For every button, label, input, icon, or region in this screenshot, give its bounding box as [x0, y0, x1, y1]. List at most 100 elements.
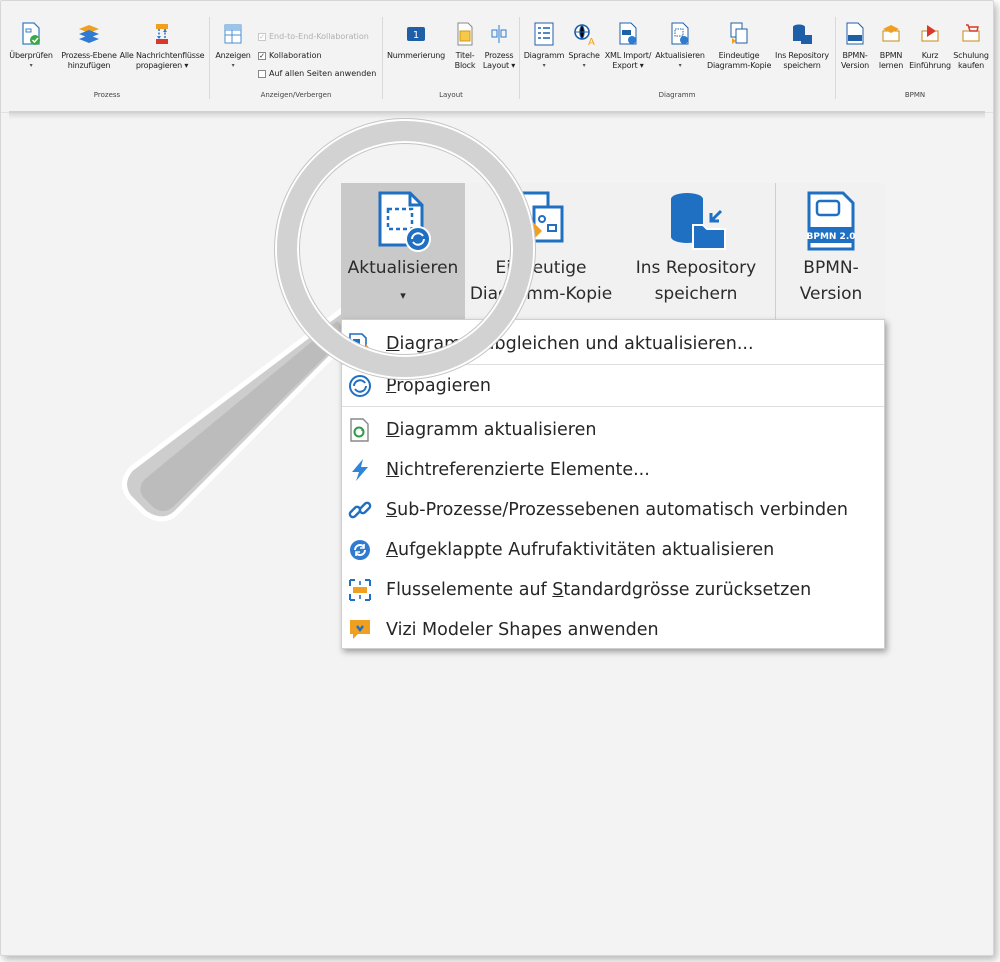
xml-label-1: XML Import/ [604, 51, 652, 60]
end-to-end-checkbox[interactable]: ✓ End-to-End-Kollaboration [258, 32, 369, 41]
group-separator [382, 17, 383, 99]
ueberpruefen-button[interactable]: Überprüfen ▾ [7, 21, 55, 71]
group-separator [835, 17, 836, 99]
bpmn-version-label-1: BPMN- [842, 51, 868, 60]
bpmn-lernen-label-2: lernen [878, 61, 904, 70]
ribbon: Überprüfen ▾ Prozess-Ebene hinzufügen Al… [1, 1, 993, 113]
titel-block-label-1: Titel- [455, 51, 475, 60]
magnifier-lens-ring [277, 121, 533, 377]
xml-file-icon [619, 22, 637, 45]
table-view-icon [224, 24, 242, 44]
sprache-button[interactable]: A Sprache ▾ [567, 21, 601, 71]
anzeigen-button[interactable]: Anzeigen ▾ [211, 21, 255, 71]
prozess-layout-button[interactable]: Prozess Layout ▾ [481, 21, 517, 71]
group-label-bpmn: BPMN [904, 91, 926, 99]
lightning-icon [352, 459, 368, 481]
sprache-label: Sprache [568, 51, 600, 60]
titel-block-label-2: Block [454, 61, 476, 70]
eindeutige-label-1: Eindeutige [718, 51, 760, 60]
layout-icon [491, 25, 507, 43]
numbering-icon: 1 [407, 27, 425, 41]
repo-label-2: speichern [783, 61, 821, 70]
dropdown-arrow-icon: ▾ [29, 62, 33, 69]
play-intro-icon [921, 25, 939, 42]
refresh-diagram-icon [671, 22, 689, 45]
menu-item-vizi-modeler[interactable]: Vizi Modeler Shapes anwenden [342, 610, 884, 650]
graduation-cap-icon [882, 25, 900, 42]
dropdown-arrow-icon: ▾ [542, 62, 546, 69]
nachrichtenfluesse-button[interactable]: Alle Nachrichtenflüsse propagieren ▾ [117, 21, 207, 71]
prozess-layout-label-2: Layout [482, 61, 509, 70]
bpmn-lernen-button[interactable]: BPMN lernen [873, 21, 909, 71]
prozess-ebene-button[interactable]: Prozess-Ebene hinzufügen [59, 21, 119, 71]
menu-item-label: Sub-Prozesse/Prozessebenen automatisch v… [386, 500, 848, 520]
menu-item-sub-prozesse[interactable]: Sub-Prozesse/Prozessebenen automatisch v… [342, 490, 884, 530]
group-separator [775, 183, 776, 319]
language-globe-icon: A [574, 24, 595, 47]
alle-seiten-checkbox[interactable]: Auf allen Seiten anwenden [258, 69, 376, 78]
dropdown-arrow-icon: ▾ [678, 62, 682, 69]
nachrichtenfluesse-label-2: propagieren [135, 61, 183, 70]
ribbon-shadow [9, 111, 985, 119]
layers-icon [79, 25, 99, 43]
group-label-diagramm: Diagramm [658, 91, 696, 99]
aktualisieren-button-small[interactable]: Aktualisieren ▾ [653, 21, 707, 71]
screenshot-frame: Überprüfen ▾ Prozess-Ebene hinzufügen Al… [0, 0, 994, 956]
bpmn-version-icon [846, 22, 864, 45]
eindeutige-kopie-button-small[interactable]: Eindeutige Diagramm-Kopie [707, 21, 771, 71]
bpmn-version-button-small[interactable]: BPMN- Version [837, 21, 873, 71]
nummerierung-button[interactable]: 1 Nummerierung [384, 21, 448, 61]
menu-item-label: Diagramm aktualisieren [386, 420, 597, 440]
schulung-label-2: kaufen [957, 61, 985, 70]
kurz-einfuehrung-button[interactable]: Kurz Einführung [909, 21, 951, 71]
ueberpruefen-label: Überprüfen [9, 51, 53, 60]
group-separator [519, 17, 520, 99]
shapes-apply-icon [350, 620, 370, 639]
checkbox-checked-icon: ✓ [258, 51, 266, 60]
bpmn-version-button[interactable]: BPMN 2.0 BPMN- Version [777, 183, 885, 319]
bpmn-version-icon: BPMN 2.0 [806, 191, 856, 251]
kurz-label-1: Kurz [921, 51, 939, 60]
message-flow-icon [156, 24, 168, 44]
check-diagram-icon [22, 22, 40, 45]
group-label-layout: Layout [439, 91, 463, 99]
menu-item-aufgeklappte[interactable]: Aufgeklappte Aufrufaktivitäten aktualisi… [342, 530, 884, 570]
kurz-label-2: Einführung [909, 61, 951, 70]
kollaboration-checkbox[interactable]: ✓ Kollaboration [258, 51, 322, 60]
bpmn-version-label-2: Version [840, 61, 870, 70]
menu-separator [342, 406, 884, 407]
resize-element-icon [349, 579, 371, 601]
nummerierung-label: Nummerierung [386, 51, 446, 60]
xml-import-export-button[interactable]: XML Import/ Export ▾ [601, 21, 655, 71]
refresh-document-icon [350, 418, 369, 442]
end-to-end-label: End-to-End-Kollaboration [269, 32, 369, 41]
schulung-kaufen-button[interactable]: Schulung kaufen [951, 21, 991, 71]
group-label-anzeigen: Anzeigen/Verbergen [260, 91, 332, 99]
menu-item-standardgroesse[interactable]: Flusselemente auf Standardgrösse zurücks… [342, 570, 884, 610]
bpmn-badge-text: BPMN 2.0 [806, 232, 855, 242]
repo-label-2: speichern [654, 284, 738, 304]
group-separator [209, 17, 210, 99]
diagramm-button[interactable]: Diagramm ▾ [521, 21, 567, 71]
kollaboration-label: Kollaboration [269, 51, 322, 60]
titel-block-button[interactable]: Titel- Block [450, 21, 480, 71]
refresh-circle-icon [350, 540, 370, 560]
aktualisieren-label-small: Aktualisieren [655, 51, 705, 60]
menu-item-nichtreferenzierte[interactable]: Nichtreferenzierte Elemente... [342, 450, 884, 490]
menu-item-diagramm-aktualisieren[interactable]: Diagramm aktualisieren [342, 410, 884, 450]
menu-item-label: Nichtreferenzierte Elemente... [386, 460, 650, 480]
propagate-icon [349, 375, 371, 397]
svg-text:1: 1 [413, 30, 419, 41]
anzeigen-label: Anzeigen [215, 51, 251, 60]
dropdown-arrow-icon: ▾ [582, 62, 586, 69]
menu-item-label: Flusselemente auf Standardgrösse zurücks… [386, 580, 812, 600]
repository-save-icon [671, 193, 726, 250]
shopping-cart-icon [962, 24, 980, 42]
link-chain-icon [348, 501, 372, 519]
prozess-ebene-label-1: Prozess-Ebene [61, 51, 117, 60]
ins-repository-button-small[interactable]: Ins Repository speichern [771, 21, 833, 71]
ins-repository-button[interactable]: Ins Repository speichern [617, 183, 775, 319]
diagram-list-icon [534, 22, 554, 46]
prozess-layout-label-1: Prozess [484, 51, 514, 60]
checkbox-checked-icon: ✓ [258, 32, 266, 41]
